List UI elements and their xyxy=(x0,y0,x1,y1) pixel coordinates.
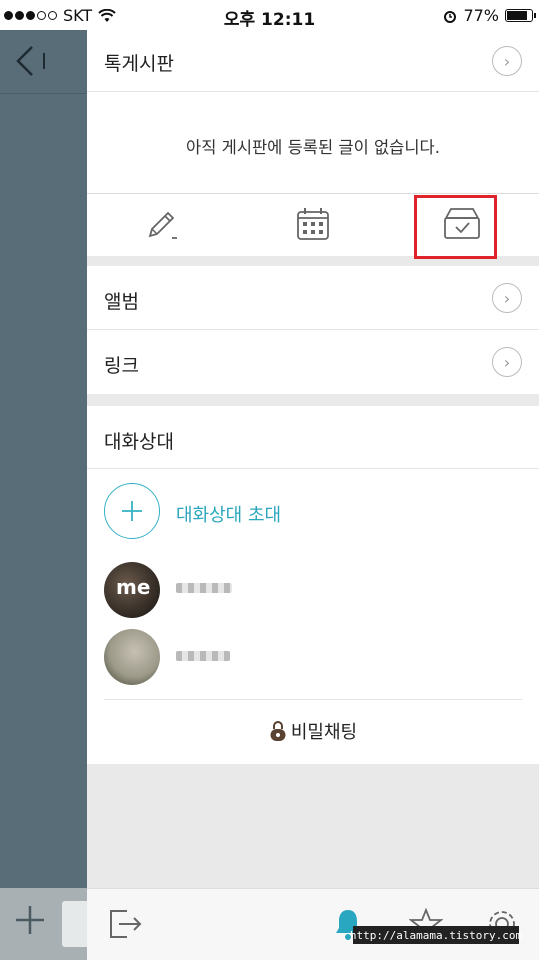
friend-name-blurred xyxy=(176,651,230,661)
chat-side-panel: 톡게시판 › 아직 게시판에 등록된 글이 없습니다. 앨범 › 링크 › 대화… xyxy=(87,30,539,960)
back-button[interactable] xyxy=(14,44,50,86)
watermark: http://alamama.tistory.com xyxy=(350,926,522,944)
secret-chat-button[interactable]: 비밀채팅 xyxy=(87,718,539,744)
lock-icon xyxy=(270,721,286,741)
album-row[interactable]: 앨범 › xyxy=(87,266,539,330)
secret-chat-label: 비밀채팅 xyxy=(290,722,358,743)
alarm-icon xyxy=(444,10,457,23)
invite-button[interactable] xyxy=(104,483,160,539)
status-bar: SKT 오후 12:11 77% xyxy=(0,0,539,30)
battery-info: 77% xyxy=(443,6,536,25)
link-row[interactable]: 링크 › xyxy=(87,330,539,394)
link-chevron-icon[interactable]: › xyxy=(492,347,522,377)
battery-icon xyxy=(505,9,536,22)
board-empty-message: 아직 게시판에 등록된 글이 없습니다. xyxy=(186,138,440,157)
album-chevron-icon[interactable]: › xyxy=(492,283,522,313)
board-chevron-icon[interactable]: › xyxy=(492,46,522,76)
calendar-icon xyxy=(297,208,329,240)
pencil-icon xyxy=(148,211,177,239)
chat-background xyxy=(0,30,87,960)
add-attachment-button[interactable] xyxy=(14,904,46,945)
invite-label[interactable]: 대화상대 초대 xyxy=(176,501,281,527)
battery-percent: 77% xyxy=(463,6,499,25)
friend-avatar[interactable] xyxy=(104,629,160,685)
leave-chat-button[interactable] xyxy=(107,907,143,945)
album-label: 앨범 xyxy=(104,291,139,313)
secret-chat-divider xyxy=(104,699,522,700)
write-post-button[interactable] xyxy=(142,204,182,244)
board-title: 톡게시판 xyxy=(104,53,174,75)
plus-icon xyxy=(16,906,44,934)
highlight-box xyxy=(414,195,497,259)
chat-header-divider xyxy=(0,93,87,94)
chat-partners-title: 대화상대 xyxy=(104,431,174,453)
plus-icon xyxy=(122,501,142,521)
link-label: 링크 xyxy=(104,355,139,377)
me-badge: me xyxy=(116,575,151,599)
panel-bottom-bar xyxy=(87,888,539,960)
my-name-blurred xyxy=(176,583,232,593)
message-input[interactable] xyxy=(62,901,87,947)
my-avatar[interactable]: me xyxy=(104,562,160,618)
board-header-row[interactable]: 톡게시판 › xyxy=(87,30,539,92)
exit-icon xyxy=(110,910,142,938)
calendar-button[interactable] xyxy=(293,204,333,244)
chat-partners-divider xyxy=(87,468,539,469)
back-chevron-icon xyxy=(16,46,45,76)
